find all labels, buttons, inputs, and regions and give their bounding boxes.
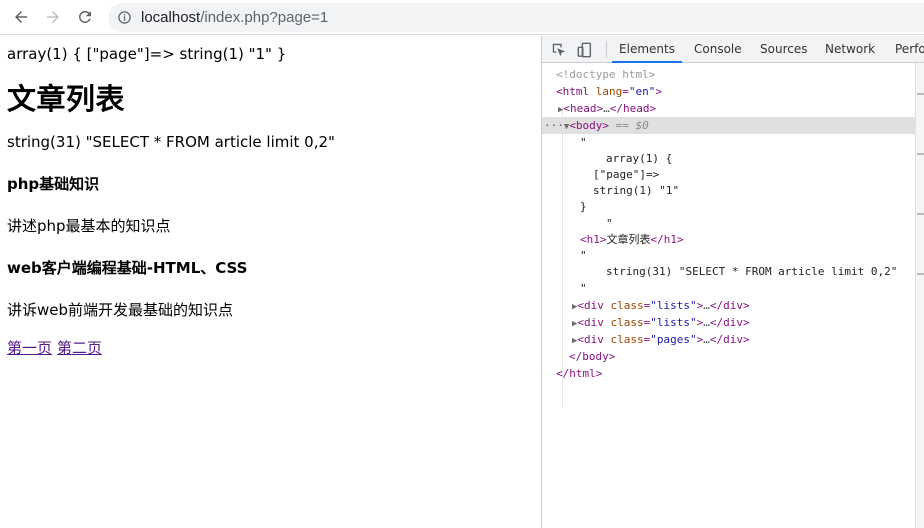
back-button[interactable] xyxy=(9,5,33,29)
attr-value: "lists" xyxy=(650,299,697,312)
dom-text-quote[interactable]: " xyxy=(542,247,915,264)
dom-text-dump[interactable]: string(1) "1" xyxy=(542,182,915,199)
page-title: 文章列表 xyxy=(7,82,126,116)
attr-value: "en" xyxy=(628,85,656,98)
sql-dump-output: string(31) "SELECT * FROM article limit … xyxy=(7,133,335,151)
tag-name: div xyxy=(584,299,604,312)
dom-doctype[interactable]: <!doctype html> xyxy=(542,66,915,83)
address-bar[interactable]: localhost/index.php?page=1 xyxy=(108,3,924,32)
attr-name: class xyxy=(610,299,644,312)
attr-value: "pages" xyxy=(650,333,697,346)
tag-name: /html xyxy=(562,367,596,380)
url-path: /index.php?page=1 xyxy=(200,9,329,26)
dom-html-open[interactable]: <html lang="en"> xyxy=(542,83,915,100)
inspect-element-button[interactable] xyxy=(550,41,568,59)
scroll-marker xyxy=(917,93,924,95)
elements-dom-tree: <!doctype html> <html lang="en"> ▶<head>… xyxy=(542,63,915,528)
collapsed-ellipsis: … xyxy=(703,333,710,346)
collapsed-ellipsis: … xyxy=(703,316,710,329)
dom-body-selected[interactable]: ···▼<body> == $0 xyxy=(542,117,915,134)
inspect-icon xyxy=(552,43,566,57)
scroll-marker xyxy=(917,213,924,215)
dom-text-dump[interactable]: ["page"]=> xyxy=(542,166,915,183)
pagination: 第一页 第二页 xyxy=(7,338,532,358)
url-host: localhost xyxy=(141,9,201,26)
dom-div-lists[interactable]: ▶<div class="lists">…</div> xyxy=(542,297,915,314)
attr-name: class xyxy=(610,316,644,329)
back-icon xyxy=(15,11,27,23)
article-title: php基础知识 xyxy=(7,175,100,193)
dom-h1[interactable]: <h1>文章列表</h1> xyxy=(542,231,915,248)
reload-icon xyxy=(78,10,91,23)
more-actions-icon[interactable]: ··· xyxy=(544,119,564,132)
tab-elements[interactable]: Elements xyxy=(612,36,682,63)
dom-text-sql[interactable]: string(31) "SELECT * FROM article limit … xyxy=(542,263,915,280)
forward-icon xyxy=(47,11,59,23)
tab-network[interactable]: Network xyxy=(825,36,875,63)
article-description: 讲诉web前端开发最基础的知识点 xyxy=(7,301,234,319)
scroll-marker xyxy=(917,153,924,155)
reload-button[interactable] xyxy=(73,5,97,29)
dom-body-close[interactable]: </body> xyxy=(542,348,915,365)
tag-name: div xyxy=(584,333,604,346)
toolbar-divider xyxy=(606,41,607,58)
tag-name: head xyxy=(570,102,597,115)
dom-head[interactable]: ▶<head>…</head> xyxy=(542,100,915,117)
tag-name: /div xyxy=(716,333,744,346)
dom-text-dump[interactable]: array(1) { xyxy=(542,150,915,167)
url-text: localhost/index.php?page=1 xyxy=(141,8,328,27)
tag-name: /body xyxy=(575,350,609,363)
doctype-text: <!doctype html> xyxy=(556,68,656,81)
tag-name: /div xyxy=(716,299,744,312)
styles-pane-edge[interactable] xyxy=(915,63,924,528)
tag-name: /div xyxy=(716,316,744,329)
devtools-panel: Elements Console Sources Network Perfor … xyxy=(541,36,924,528)
page-content: array(1) { ["page"]=> string(1) "1" } 文章… xyxy=(7,44,532,358)
collapsed-ellipsis: … xyxy=(603,102,610,115)
attr-name: lang xyxy=(595,85,623,98)
article-list-item: web客户端编程基础-HTML、CSS 讲诉web前端开发最基础的知识点 xyxy=(7,258,532,320)
h1-text: 文章列表 xyxy=(606,233,651,246)
tab-console[interactable]: Console xyxy=(694,36,742,63)
forward-button[interactable] xyxy=(41,5,65,29)
article-description: 讲述php最基本的知识点 xyxy=(7,217,171,235)
dom-text-dump[interactable]: } xyxy=(542,198,915,215)
tag-name: html xyxy=(562,85,590,98)
dom-html-close[interactable]: </html> xyxy=(542,365,915,382)
dom-text-quote[interactable]: " xyxy=(542,134,915,151)
collapsed-ellipsis: … xyxy=(703,299,710,312)
browser-toolbar: localhost/index.php?page=1 xyxy=(0,0,924,35)
attr-value: "lists" xyxy=(650,316,697,329)
dom-div-pages[interactable]: ▶<div class="pages">…</div> xyxy=(542,331,915,348)
article-title: web客户端编程基础-HTML、CSS xyxy=(7,259,248,277)
dom-text-quote[interactable]: " xyxy=(542,215,915,232)
tag-name: /head xyxy=(616,102,650,115)
attr-name: class xyxy=(610,333,644,346)
tab-sources[interactable]: Sources xyxy=(760,36,807,63)
tag-name: h1 xyxy=(586,233,600,246)
tag-name: div xyxy=(584,316,604,329)
tab-performance[interactable]: Perfor xyxy=(895,36,924,63)
dom-text-quote[interactable]: " xyxy=(542,280,915,297)
tag-name: body xyxy=(575,119,603,132)
device-toolbar-button[interactable] xyxy=(576,41,594,59)
page-viewport: array(1) { ["page"]=> string(1) "1" } 文章… xyxy=(0,36,541,528)
tag-name: /h1 xyxy=(657,233,677,246)
dom-div-lists[interactable]: ▶<div class="lists">…</div> xyxy=(542,314,915,331)
scroll-marker xyxy=(917,273,924,275)
article-list-item: php基础知识 讲述php最基本的知识点 xyxy=(7,174,532,236)
selected-marker: == $0 xyxy=(615,119,649,132)
var-dump-output: array(1) { ["page"]=> string(1) "1" } xyxy=(7,45,287,63)
devtools-tabbar: Elements Console Sources Network Perfor xyxy=(542,36,924,63)
page-link-second[interactable]: 第二页 xyxy=(57,339,102,357)
page-link-first[interactable]: 第一页 xyxy=(7,339,52,357)
device-icon xyxy=(577,42,592,58)
info-icon[interactable] xyxy=(117,10,132,25)
